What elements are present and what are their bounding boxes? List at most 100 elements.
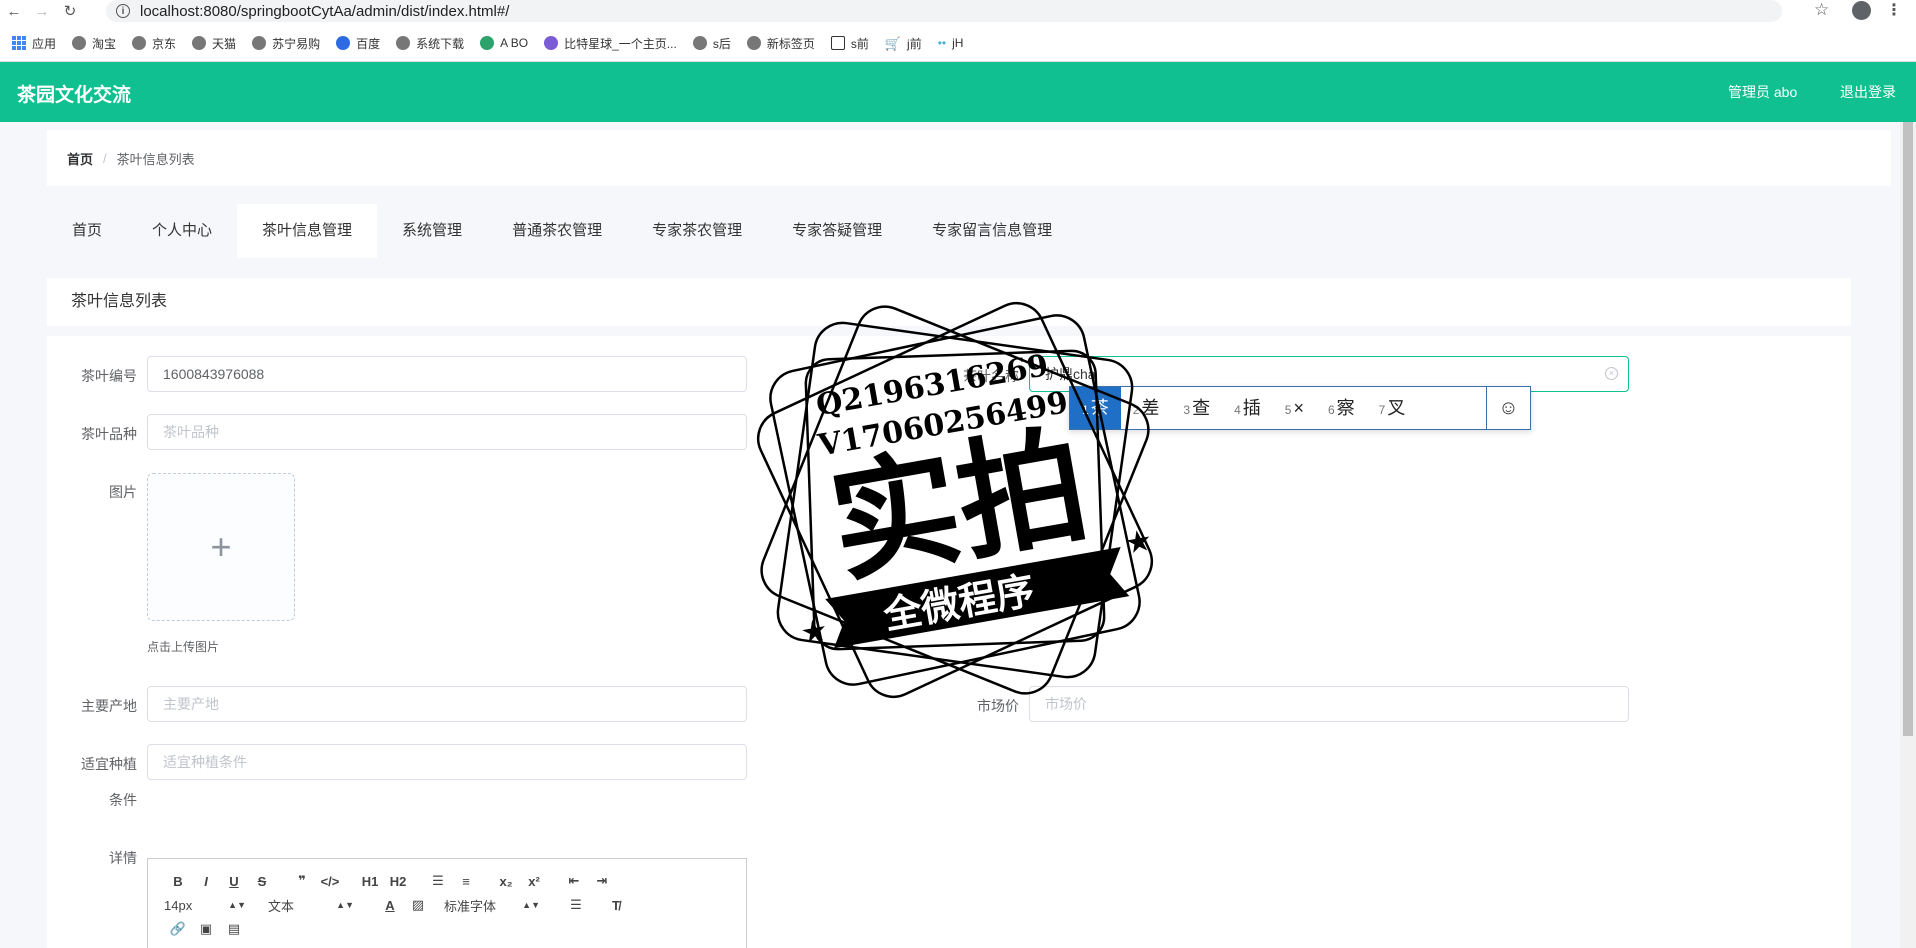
bullet-list-icon[interactable]: ≡ bbox=[452, 874, 480, 889]
h2-icon[interactable]: H2 bbox=[384, 874, 412, 889]
document-icon bbox=[830, 36, 845, 50]
url-text: localhost:8080/springbootCytAa/admin/dis… bbox=[140, 2, 510, 20]
editor-toolbar-row-2: 14px ▲▼ 文本 ▲▼ A ▨ 标准字体 ▲▼ ☰ T̸ bbox=[148, 893, 630, 917]
bookmark-taobao[interactable]: 淘宝 bbox=[72, 35, 116, 52]
code-icon[interactable]: </> bbox=[316, 874, 344, 889]
video-icon[interactable]: ▤ bbox=[220, 921, 248, 937]
tea-form: 茶叶编号 1600843976088 茶叶名称 护鼎cha × 茶叶品种 茶叶品… bbox=[47, 336, 1851, 948]
link-icon[interactable]: 🔗 bbox=[164, 921, 192, 937]
strike-icon[interactable]: S bbox=[248, 874, 276, 889]
select-arrow-icon: ▲▼ bbox=[522, 900, 540, 910]
top-menu: 首页 个人中心 茶叶信息管理 系统管理 普通茶农管理 专家茶农管理 专家答疑管理… bbox=[47, 204, 1077, 258]
planet-icon bbox=[544, 36, 559, 50]
bookmark-s-front[interactable]: s前 bbox=[830, 35, 869, 52]
bookmark-system-download[interactable]: 系统下载 bbox=[396, 35, 464, 52]
variety-input[interactable]: 茶叶品种 bbox=[147, 414, 747, 450]
indent-icon[interactable]: ⇥ bbox=[588, 873, 616, 889]
tea-name-value: 护鼎cha bbox=[1045, 366, 1096, 382]
logout-link[interactable]: 退出登录 bbox=[1840, 82, 1896, 102]
info-icon[interactable]: i bbox=[116, 4, 130, 18]
back-icon[interactable]: ← bbox=[0, 0, 28, 22]
tea-code-input[interactable]: 1600843976088 bbox=[147, 356, 747, 392]
bookmark-bit-planet[interactable]: 比特星球_一个主页... bbox=[544, 35, 677, 52]
menu-item-expert-farmers[interactable]: 专家茶农管理 bbox=[627, 204, 767, 258]
scrollbar-thumb[interactable] bbox=[1903, 122, 1913, 736]
bookmark-j-front[interactable]: 🛒 j前 bbox=[885, 35, 922, 52]
price-input[interactable]: 市场价 bbox=[1029, 686, 1629, 722]
globe-icon bbox=[396, 36, 411, 50]
reload-icon[interactable]: ↻ bbox=[56, 0, 84, 22]
emoji-icon[interactable]: ☺ bbox=[1486, 387, 1530, 429]
globe-icon bbox=[252, 36, 267, 50]
quote-icon[interactable]: ❞ bbox=[288, 873, 316, 889]
bookmark-jd[interactable]: 京东 bbox=[132, 35, 176, 52]
menu-item-tea-info[interactable]: 茶叶信息管理 bbox=[237, 204, 378, 258]
text-type-select[interactable]: 文本 ▲▼ bbox=[268, 896, 354, 915]
cart-icon: 🛒 bbox=[884, 36, 902, 51]
bold-icon[interactable]: B bbox=[164, 874, 192, 889]
breadcrumb: 首页 / 茶叶信息列表 bbox=[47, 130, 1891, 186]
ime-candidate[interactable]: 6察 bbox=[1316, 387, 1367, 429]
upload-hint: 点击上传图片 bbox=[147, 640, 220, 654]
plus-icon: + bbox=[210, 526, 232, 567]
ime-candidate[interactable]: 2差 bbox=[1121, 387, 1172, 429]
image-icon[interactable]: ▣ bbox=[192, 921, 220, 937]
ordered-list-icon[interactable]: ☰ bbox=[424, 873, 452, 889]
bookmark-abo[interactable]: A BO bbox=[480, 36, 528, 50]
image-upload[interactable]: + bbox=[147, 473, 295, 621]
menu-item-farmers[interactable]: 普通茶农管理 bbox=[487, 204, 627, 258]
apps-icon bbox=[12, 36, 26, 50]
breadcrumb-home[interactable]: 首页 bbox=[67, 149, 93, 168]
bookmark-baidu[interactable]: 百度 bbox=[336, 35, 380, 52]
forward-icon[interactable]: → bbox=[28, 0, 56, 22]
outdent-icon[interactable]: ⇤ bbox=[560, 873, 588, 889]
italic-icon[interactable]: I bbox=[192, 874, 220, 889]
origin-input[interactable]: 主要产地 bbox=[147, 686, 747, 722]
image-label: 图片 bbox=[109, 484, 137, 500]
panel-title: 茶叶信息列表 bbox=[47, 278, 1851, 326]
globe-icon bbox=[192, 36, 207, 50]
menu-item-home[interactable]: 首页 bbox=[47, 204, 127, 258]
profile-icon[interactable] bbox=[1852, 1, 1871, 20]
underline-icon[interactable]: U bbox=[220, 874, 248, 889]
clear-format-icon[interactable]: T̸ bbox=[602, 898, 630, 913]
ime-candidate[interactable]: 3查 bbox=[1171, 387, 1222, 429]
menu-item-system[interactable]: 系统管理 bbox=[377, 204, 487, 258]
menu-item-personal-center[interactable]: 个人中心 bbox=[127, 204, 237, 258]
font-color-icon[interactable]: A bbox=[376, 898, 404, 913]
bookmark-apps[interactable]: 应用 bbox=[12, 35, 56, 52]
ime-candidate[interactable]: 7叉 bbox=[1367, 387, 1418, 429]
globe-icon bbox=[72, 36, 87, 50]
planting-label: 适宜种植 bbox=[81, 756, 137, 772]
align-icon[interactable]: ☰ bbox=[562, 897, 590, 913]
bookmark-suning[interactable]: 苏宁易购 bbox=[252, 35, 320, 52]
url-bar[interactable]: i localhost:8080/springbootCytAa/admin/d… bbox=[106, 0, 1782, 22]
price-label: 市场价 bbox=[977, 698, 1019, 714]
bookmark-s-back[interactable]: s后 bbox=[692, 35, 731, 52]
ime-candidate[interactable]: 1茶 bbox=[1070, 387, 1121, 429]
page-scrollbar[interactable] bbox=[1900, 122, 1916, 948]
planting-input[interactable]: 适宜种植条件 bbox=[147, 744, 747, 780]
subscript-icon[interactable]: x₂ bbox=[492, 874, 520, 889]
ime-candidate[interactable]: 4插 bbox=[1222, 387, 1273, 429]
breadcrumb-separator: / bbox=[103, 150, 107, 166]
bookmark-new-tab[interactable]: 新标签页 bbox=[746, 35, 815, 52]
superscript-icon[interactable]: x² bbox=[520, 874, 548, 889]
bookmark-tmall[interactable]: 天猫 bbox=[192, 35, 236, 52]
h1-icon[interactable]: H1 bbox=[356, 874, 384, 889]
browser-menu-icon[interactable]: ⋮ bbox=[1886, 0, 1902, 20]
menu-item-expert-messages[interactable]: 专家留言信息管理 bbox=[907, 204, 1077, 258]
bookmark-jh[interactable]: •• jH bbox=[938, 36, 964, 50]
clear-icon[interactable]: × bbox=[1605, 367, 1618, 380]
address-row: ← → ↻ i localhost:8080/springbootCytAa/a… bbox=[0, 0, 1916, 22]
font-size-select[interactable]: 14px ▲▼ bbox=[164, 898, 246, 913]
app-header: 茶园文化交流 管理员 abo 退出登录 bbox=[0, 62, 1916, 122]
variety-label: 茶叶品种 bbox=[81, 426, 137, 442]
font-family-select[interactable]: 标准字体 ▲▼ bbox=[444, 896, 540, 915]
tea-code-label: 茶叶编号 bbox=[81, 368, 137, 384]
ime-candidate[interactable]: 5 × bbox=[1273, 387, 1316, 429]
bookmark-star-icon[interactable]: ☆ bbox=[1814, 0, 1829, 20]
menu-item-expert-qa[interactable]: 专家答疑管理 bbox=[767, 204, 907, 258]
background-color-icon[interactable]: ▨ bbox=[404, 897, 432, 913]
planting-label-line2: 条件 bbox=[109, 792, 137, 808]
